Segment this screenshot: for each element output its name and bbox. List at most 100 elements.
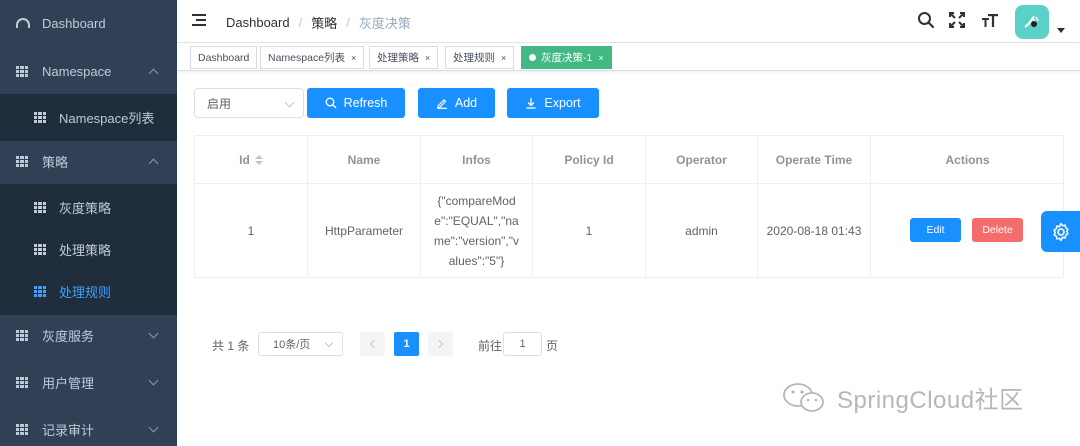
- data-table: Id Name Infos Policy Id Operator Operate…: [194, 135, 1064, 278]
- pagination-total: 共 1 条: [212, 339, 250, 353]
- gear-icon: [1052, 222, 1069, 241]
- caret-down-icon[interactable]: [1057, 28, 1065, 33]
- table-cell-infos: {"compareMode":"EQUAL","name":"version",…: [421, 184, 533, 278]
- sidebar-item-handle-rule[interactable]: 处理规则: [0, 268, 177, 315]
- tag-label: 处理策略: [377, 52, 419, 64]
- tag-handle-policy[interactable]: 处理策略 ×: [369, 46, 439, 69]
- column-header-id[interactable]: Id: [195, 136, 308, 184]
- fullscreen-icon[interactable]: [948, 11, 966, 29]
- sidebar-item-namespace-list[interactable]: Namespace列表: [0, 94, 177, 141]
- goto-page-input[interactable]: 1: [503, 332, 542, 356]
- sidebar-item-gray-service[interactable]: 灰度服务: [0, 312, 177, 359]
- table-icon: [34, 111, 46, 124]
- sort-icon[interactable]: [254, 154, 263, 165]
- sidebar-item-user-management[interactable]: 用户管理: [0, 359, 177, 406]
- page-number-current[interactable]: 1: [394, 332, 419, 356]
- tag-label: Namespace列表: [268, 52, 346, 64]
- prev-page-button[interactable]: [360, 332, 385, 356]
- sidebar-item-label: 策略: [42, 155, 69, 170]
- breadcrumb-item-current: 灰度决策: [358, 16, 411, 31]
- chevron-down-icon: [284, 97, 295, 108]
- tags-view: Dashboard Namespace列表 × 处理策略 × 处理规则 × 灰度…: [177, 43, 1080, 71]
- font-size-icon[interactable]: [981, 11, 999, 29]
- status-select[interactable]: 启用: [194, 88, 304, 118]
- table-cell-operator: admin: [646, 184, 758, 278]
- export-button-label: Export: [544, 96, 581, 110]
- table-cell-actions: [871, 184, 1064, 278]
- sidebar-item-dashboard[interactable]: Dashboard: [0, 0, 177, 47]
- table-icon: [16, 65, 28, 78]
- table-icon: [34, 243, 46, 256]
- edit-button[interactable]: Edit: [910, 218, 961, 242]
- chevron-down-icon: [324, 338, 334, 348]
- refresh-button-label: Refresh: [343, 96, 388, 110]
- breadcrumb-item[interactable]: Dashboard: [226, 15, 290, 30]
- column-header-operator: Operator: [646, 136, 758, 184]
- sidebar-item-namespace[interactable]: Namespace: [0, 48, 177, 95]
- refresh-button[interactable]: Refresh: [307, 88, 405, 118]
- page-size-select[interactable]: 10条/页: [258, 332, 343, 356]
- tag-label: Dashboard: [198, 51, 250, 64]
- sidebar-item-label: Namespace: [42, 64, 112, 79]
- close-icon[interactable]: ×: [598, 53, 603, 63]
- page-size-value: 10条/页: [273, 339, 311, 351]
- sidebar-item-label: 记录审计: [42, 423, 95, 438]
- delete-button[interactable]: Delete: [972, 218, 1023, 242]
- close-icon[interactable]: ×: [351, 53, 356, 63]
- sidebar-item-label: Namespace列表: [59, 111, 155, 126]
- hamburger-icon[interactable]: [192, 14, 206, 26]
- page-suffix-label: 页: [546, 339, 559, 353]
- sidebar-item-label: 处理规则: [59, 285, 112, 300]
- wechat-icon: [783, 382, 824, 412]
- sidebar-item-label: 处理策略: [59, 243, 112, 258]
- table-icon: [34, 201, 46, 214]
- sidebar-item-audit-log[interactable]: 记录审计: [0, 406, 177, 446]
- sidebar-item-label: 用户管理: [42, 376, 95, 391]
- breadcrumb: Dashboard / 策略 / 灰度决策: [226, 13, 411, 32]
- chevron-left-icon: [369, 339, 379, 349]
- table-cell-id: 1: [195, 184, 308, 278]
- next-page-button[interactable]: [428, 332, 453, 356]
- export-button[interactable]: Export: [507, 88, 599, 118]
- sidebar-item-label: 灰度策略: [59, 201, 112, 216]
- breadcrumb-separator: /: [346, 15, 350, 30]
- search-icon: [325, 97, 337, 109]
- search-icon[interactable]: [917, 11, 935, 29]
- download-icon: [526, 98, 536, 109]
- column-header-policy-id: Policy Id: [533, 136, 646, 184]
- chevron-down-icon: [148, 328, 159, 339]
- edit-icon: [436, 99, 447, 109]
- avatar[interactable]: [1015, 5, 1049, 39]
- tag-handle-rule[interactable]: 处理规则 ×: [445, 46, 515, 69]
- breadcrumb-separator: /: [298, 15, 303, 30]
- close-icon[interactable]: ×: [501, 53, 506, 63]
- sidebar: Dashboard Namespace Namespace列表 策略 灰度策略 …: [0, 0, 177, 446]
- chevron-right-icon: [434, 339, 444, 349]
- breadcrumb-item[interactable]: 策略: [311, 13, 337, 32]
- chevron-down-icon: [148, 375, 159, 386]
- tag-namespace-list[interactable]: Namespace列表 ×: [260, 46, 365, 69]
- tag-label: 灰度决策-1: [541, 52, 593, 64]
- close-icon[interactable]: ×: [425, 53, 430, 63]
- tag-label: 处理规则: [453, 52, 495, 64]
- table-cell-operate-time: 2020-08-18 01:43: [758, 184, 871, 278]
- active-dot-icon: [529, 54, 536, 61]
- tag-gray-decision[interactable]: 灰度决策-1 ×: [521, 46, 612, 69]
- sidebar-item-policy[interactable]: 策略: [0, 138, 177, 185]
- table-icon: [34, 285, 46, 298]
- add-button-label: Add: [454, 96, 478, 110]
- settings-button[interactable]: [1041, 211, 1080, 252]
- column-header-operate-time: Operate Time: [758, 136, 871, 184]
- sidebar-item-gray-policy[interactable]: 灰度策略: [0, 184, 177, 231]
- table-icon: [16, 423, 28, 436]
- chevron-up-icon: [148, 158, 159, 169]
- chevron-up-icon: [148, 68, 159, 79]
- table-icon: [16, 329, 28, 342]
- sidebar-item-handle-policy[interactable]: 处理策略: [0, 226, 177, 273]
- goto-label: 前往: [478, 339, 503, 353]
- watermark-text: SpringCloud社区: [837, 387, 1024, 414]
- column-header-infos: Infos: [421, 136, 533, 184]
- dashboard-icon: [16, 18, 30, 28]
- tag-dashboard[interactable]: Dashboard: [190, 46, 258, 69]
- add-button[interactable]: Add: [418, 88, 495, 118]
